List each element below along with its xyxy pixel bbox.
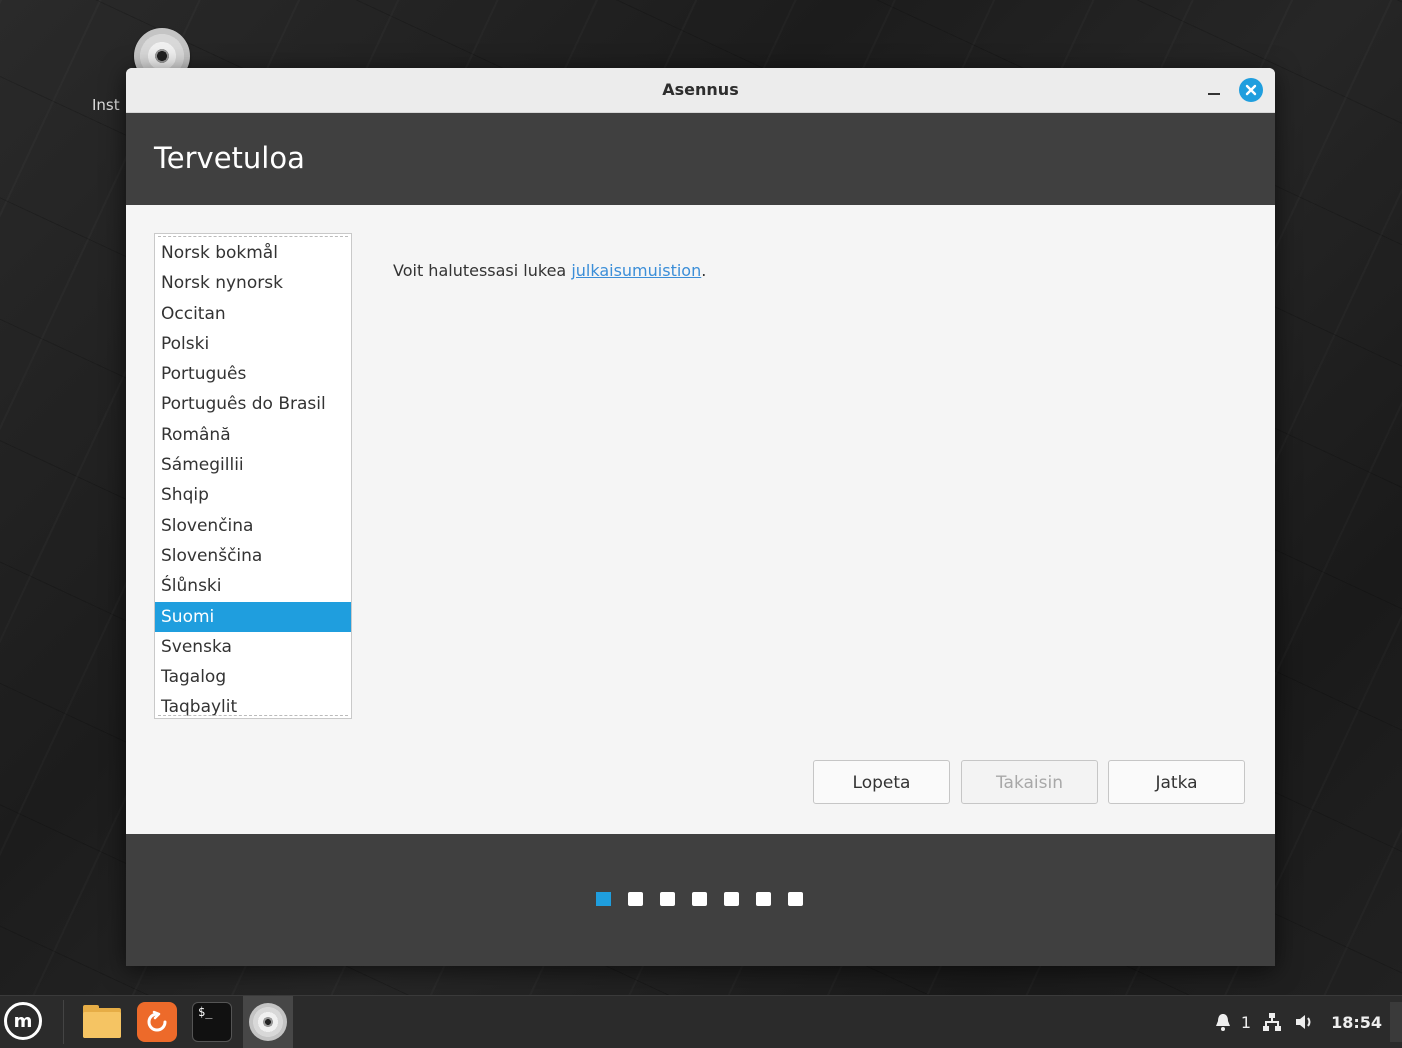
minimize-button[interactable]	[1207, 82, 1221, 96]
mint-logo-icon: m	[4, 1002, 42, 1040]
language-item[interactable]: Occitan	[155, 299, 351, 329]
window-titlebar[interactable]: Asennus	[126, 68, 1275, 113]
network-icon[interactable]	[1261, 1011, 1283, 1033]
files-launcher[interactable]	[81, 1002, 121, 1042]
language-item[interactable]: Română	[155, 420, 351, 450]
step-dot	[756, 892, 771, 906]
notifications-button[interactable]: 1	[1213, 1012, 1251, 1032]
footer-band	[126, 834, 1275, 966]
page-title: Tervetuloa	[154, 141, 305, 175]
language-item[interactable]: Svenska	[155, 632, 351, 662]
taskbar: m $_ 1 18:54	[0, 995, 1402, 1048]
language-item[interactable]: Shqip	[155, 480, 351, 510]
terminal-launcher[interactable]: $_	[192, 1002, 232, 1042]
close-button[interactable]	[1239, 78, 1263, 102]
step-dot	[788, 892, 803, 906]
menu-button[interactable]: m	[0, 996, 50, 1048]
language-item[interactable]: Slovenčina	[155, 511, 351, 541]
terminal-icon: $_	[198, 1005, 213, 1019]
language-item[interactable]: Tagalog	[155, 662, 351, 692]
language-item[interactable]: Português do Brasil	[155, 389, 351, 419]
window-title: Asennus	[662, 80, 739, 99]
language-item[interactable]: Taqbaylit	[155, 692, 351, 718]
content-area: Norsk bokmål Norsk nynorsk Occitan Polski Po…	[126, 205, 1275, 834]
notes-suffix: .	[701, 261, 707, 280]
update-manager-launcher[interactable]	[137, 1002, 177, 1042]
release-notes-link[interactable]: julkaisumuistion	[571, 261, 701, 280]
disc-icon	[249, 1003, 287, 1041]
step-dot	[724, 892, 739, 906]
show-desktop-button[interactable]	[1390, 1002, 1402, 1042]
quit-button[interactable]: Lopeta	[813, 760, 950, 804]
installer-task[interactable]	[243, 996, 293, 1048]
language-item[interactable]: Slovenščina	[155, 541, 351, 571]
step-dot	[596, 892, 611, 906]
step-dot	[660, 892, 675, 906]
installer-window: Asennus Tervetuloa Norsk bokmål Norsk nyn…	[126, 68, 1275, 966]
step-dot	[628, 892, 643, 906]
header-band: Tervetuloa	[126, 113, 1275, 205]
language-list[interactable]: Norsk bokmål Norsk nynorsk Occitan Polski Po…	[154, 233, 352, 719]
step-dot	[692, 892, 707, 906]
refresh-icon	[147, 1010, 167, 1032]
system-tray: 1 18:54	[1213, 996, 1382, 1048]
notes-prefix: Voit halutessasi lukea	[393, 261, 572, 280]
bell-icon	[1215, 1014, 1230, 1031]
volume-icon[interactable]	[1293, 1011, 1315, 1033]
release-notes-text: Voit halutessasi lukea julkaisumuistion.	[393, 261, 706, 280]
language-item[interactable]: Ślůnski	[155, 571, 351, 601]
language-item[interactable]: Sámegillii	[155, 450, 351, 480]
language-item[interactable]: Suomi	[155, 601, 351, 632]
language-item[interactable]: Norsk bokmål	[155, 238, 351, 268]
taskbar-separator	[63, 1000, 64, 1044]
continue-button[interactable]: Jatka	[1108, 760, 1245, 804]
back-button[interactable]: Takaisin	[961, 760, 1098, 804]
language-items: Norsk bokmål Norsk nynorsk Occitan Polski Po…	[155, 238, 351, 718]
clock[interactable]: 18:54	[1331, 1013, 1382, 1032]
folder-icon-front	[83, 1012, 121, 1038]
notification-count: 1	[1240, 1012, 1252, 1032]
close-icon	[1245, 84, 1257, 96]
desktop-icon-label: Inst	[92, 96, 120, 114]
step-indicator	[596, 892, 803, 906]
language-item[interactable]: Norsk nynorsk	[155, 268, 351, 298]
language-item[interactable]: Português	[155, 359, 351, 389]
language-item[interactable]: Polski	[155, 329, 351, 359]
